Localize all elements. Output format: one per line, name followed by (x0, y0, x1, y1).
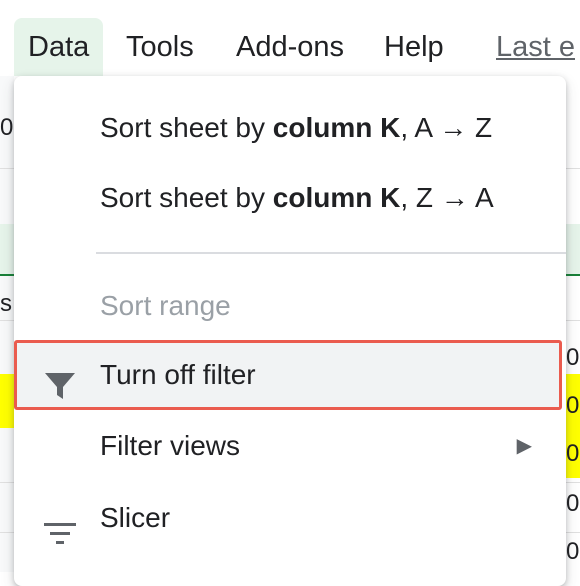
sort-a-to-z-prefix: Sort sheet by (100, 112, 273, 143)
cell-fragment-right: 0 (566, 490, 580, 517)
menu-data[interactable]: Data (14, 18, 104, 76)
turn-off-filter-label: Turn off filter (100, 359, 256, 390)
menu-help[interactable]: Help (384, 18, 444, 76)
cell-fragment-right: 0 (566, 392, 580, 419)
cell-fragment-right: 0 (566, 344, 580, 371)
cell-fragment-right: 0 (566, 538, 580, 565)
cell-fragment-right: 0 (566, 440, 580, 467)
turn-off-filter[interactable]: Turn off filter (14, 345, 566, 405)
menu-add-ons-label: Add-ons (236, 31, 345, 63)
cell-fragment-left: s (0, 290, 12, 317)
menu-data-label: Data (28, 31, 90, 63)
sort-range-label: Sort range (100, 290, 231, 321)
sort-sheet-a-to-z[interactable]: Sort sheet by column K, A → Z (14, 98, 566, 158)
sort-a-to-z-label: Sort sheet by column K, A → Z (100, 98, 492, 158)
last-edit-link[interactable]: Last e (496, 18, 575, 76)
menu-add-ons[interactable]: Add-ons (236, 18, 344, 76)
filter-icon (44, 361, 76, 421)
menu-tools[interactable]: Tools (126, 18, 194, 76)
menu-bar: Data Tools Add-ons Help Last e (0, 0, 580, 76)
filter-views-label: Filter views (100, 430, 241, 461)
sort-z-to-a-column: column K (272, 182, 401, 213)
menu-divider (96, 252, 566, 254)
slicer-label: Slicer (100, 502, 171, 533)
data-menu-dropdown: Sort sheet by column K, A → Z Sort sheet… (14, 76, 566, 586)
menu-help-label: Help (384, 31, 444, 63)
sort-z-to-a-prefix: Sort sheet by (100, 182, 273, 213)
cell-fragment-left: 0 (0, 114, 14, 141)
filter-views[interactable]: Filter views ▶ (14, 416, 566, 476)
sort-a-to-z-suffix: , A → Z (400, 112, 493, 143)
sort-range[interactable]: Sort range (14, 276, 566, 336)
slicer[interactable]: Slicer (14, 488, 566, 548)
sort-sheet-z-to-a[interactable]: Sort sheet by column K, Z → A (14, 168, 566, 228)
sort-z-to-a-suffix: , Z → A (400, 182, 494, 213)
menu-tools-label: Tools (126, 31, 194, 63)
row-header-column (0, 76, 14, 572)
chevron-right-icon: ▶ (516, 435, 532, 457)
slicer-icon (44, 507, 76, 567)
sort-a-to-z-column: column K (272, 112, 401, 143)
sort-z-to-a-label: Sort sheet by column K, Z → A (100, 168, 494, 228)
